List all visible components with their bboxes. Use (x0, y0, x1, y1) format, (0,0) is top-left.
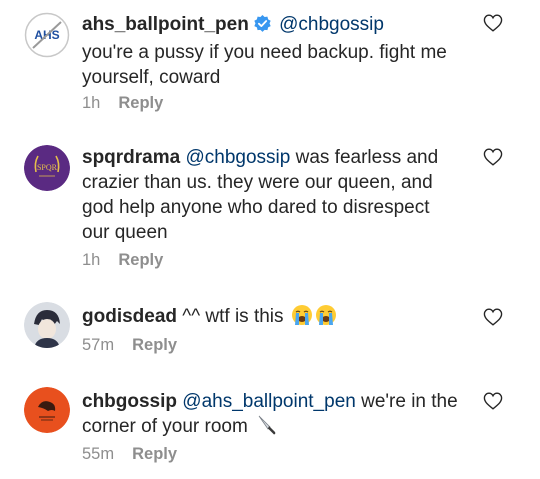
comment-chbgossip: chbgossip @ahs_ballpoint_pen we're in th… (0, 370, 540, 479)
reply-button[interactable]: Reply (118, 251, 163, 269)
avatar[interactable] (24, 387, 70, 433)
verified-badge-icon (253, 14, 272, 40)
username[interactable]: godisdead (82, 306, 177, 327)
svg-text:SPQR: SPQR (37, 163, 58, 172)
mention-link[interactable]: @ahs_ballpoint_pen (182, 391, 356, 412)
like-heart-icon[interactable] (483, 148, 503, 166)
reply-button[interactable]: Reply (132, 445, 177, 463)
comment-time: 57m (82, 336, 115, 354)
comment-body: spqrdrama @chbgossip was fearless and cr… (82, 145, 458, 245)
loudly-crying-face-icon (291, 304, 313, 333)
comment-text: ^^ wtf is this (182, 306, 284, 327)
loudly-crying-face-icon (315, 304, 337, 333)
comment-godisdead: godisdead ^^ wtf is this 57m Reply (0, 280, 540, 370)
username[interactable]: chbgossip (82, 391, 177, 412)
like-heart-icon[interactable] (483, 14, 503, 32)
comment-meta: 1h Reply (82, 251, 163, 270)
comment-time: 1h (82, 251, 101, 269)
comment-time: 55m (82, 445, 115, 463)
username[interactable]: spqrdrama (82, 147, 180, 168)
mention-link[interactable]: @chbgossip (185, 147, 290, 168)
avatar[interactable] (24, 302, 70, 348)
comment-body: chbgossip @ahs_ballpoint_pen we're in th… (82, 389, 458, 443)
like-heart-icon[interactable] (483, 392, 503, 410)
comment-body: godisdead ^^ wtf is this (82, 304, 458, 333)
comment-spqrdrama: SPQR spqrdrama @chbgossip was fearless a… (0, 120, 540, 280)
avatar[interactable]: AHS (24, 12, 70, 58)
avatar[interactable]: SPQR (24, 145, 70, 191)
knife-icon (255, 414, 277, 443)
comment-ahs-ballpoint-pen: AHS ahs_ballpoint_pen @chbgossip you're … (0, 0, 540, 120)
comment-body: ahs_ballpoint_pen @chbgossip you're a pu… (82, 12, 458, 90)
comment-meta: 55m Reply (82, 445, 177, 464)
comment-meta: 57m Reply (82, 336, 177, 355)
comment-meta: 1h Reply (82, 94, 163, 113)
reply-button[interactable]: Reply (132, 336, 177, 354)
mention-link[interactable]: @chbgossip (279, 14, 384, 35)
comment-time: 1h (82, 94, 101, 112)
username[interactable]: ahs_ballpoint_pen (82, 14, 249, 35)
comment-text: you're a pussy if you need backup. fight… (82, 42, 447, 88)
reply-button[interactable]: Reply (118, 94, 163, 112)
like-heart-icon[interactable] (483, 308, 503, 326)
